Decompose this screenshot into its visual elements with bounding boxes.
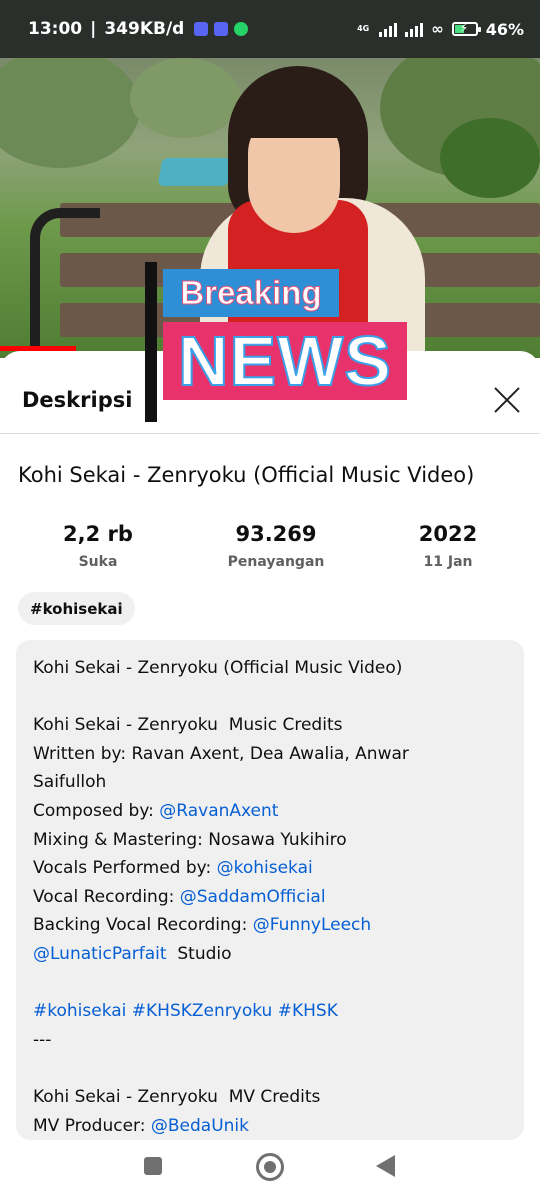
hotspot-icon: ∞ — [431, 20, 444, 38]
status-separator: | — [90, 19, 97, 39]
description-line: Composed by: @RavanAxent — [33, 797, 513, 826]
description-line: Saifulloh — [33, 768, 513, 797]
notification-icons — [194, 22, 249, 36]
description-line: Kohi Sekai - Zenryoku Music Credits — [33, 711, 513, 740]
description-link[interactable]: @LunaticParfait — [33, 944, 167, 964]
header-divider — [0, 433, 540, 434]
description-link[interactable]: @SaddamOfficial — [180, 887, 326, 907]
signal-icon-2 — [405, 21, 424, 37]
description-line: #kohisekai #KHSKZenryoku #KHSK — [33, 997, 513, 1026]
description-link[interactable]: @RavanAxent — [159, 801, 278, 821]
description-line: Backing Vocal Recording: @FunnyLeech — [33, 911, 513, 940]
background-tree — [0, 58, 140, 168]
views-stat: 93.269 Penayangan — [196, 522, 356, 570]
system-nav-bar — [0, 1140, 540, 1200]
battery-percent: 46% — [485, 19, 524, 39]
recents-square-icon[interactable] — [144, 1157, 162, 1175]
likes-label: Suka — [78, 554, 118, 570]
description-text-segment: Kohi Sekai - Zenryoku Music Credits — [33, 715, 343, 736]
network-type: 4G — [357, 24, 370, 33]
description-text-segment: Mixing & Mastering: Nosawa Yukihiro — [33, 829, 347, 850]
description-line — [33, 1054, 513, 1083]
home-circle-icon[interactable] — [256, 1153, 284, 1181]
description-link[interactable]: @BedaUnik — [151, 1116, 249, 1136]
description-text-segment: Saifulloh — [33, 772, 107, 793]
hashtag-chip[interactable]: #kohisekai — [18, 592, 135, 625]
likes-count: 2,2 rb — [63, 522, 133, 546]
background-bush — [440, 118, 540, 198]
date-stat: 2022 11 Jan — [368, 522, 528, 570]
description-line: Written by: Ravan Axent, Dea Awalia, Anw… — [33, 740, 513, 769]
description-text-segment: Vocal Recording: — [33, 886, 180, 907]
discord-icon — [194, 22, 209, 36]
description-line: --- — [33, 1026, 513, 1055]
description-line: Vocal Recording: @SaddamOfficial — [33, 883, 513, 912]
description-text-segment: MV Producer: — [33, 1115, 151, 1136]
breaking-news-bar — [145, 262, 157, 422]
breaking-label: Breaking — [180, 274, 322, 312]
likes-stat: 2,2 rb Suka — [18, 522, 178, 570]
signal-icon — [379, 21, 398, 37]
views-count: 93.269 — [235, 522, 317, 546]
description-text-segment: Kohi Sekai - Zenryoku MV Credits — [33, 1086, 321, 1107]
news-label: NEWS — [177, 321, 392, 401]
description-text-segment: Composed by: — [33, 800, 160, 821]
upload-year: 2022 — [418, 522, 478, 546]
close-icon[interactable] — [490, 383, 524, 417]
breaking-label-box: Breaking — [163, 269, 339, 317]
description-link[interactable]: @kohisekai — [217, 858, 313, 878]
back-triangle-icon[interactable] — [376, 1155, 395, 1177]
description-line: MV Producer: @BedaUnik — [33, 1112, 513, 1141]
status-bar: 13:00 | 349KB/d 4G ∞ ⚡ 46% — [0, 0, 540, 58]
description-text: Kohi Sekai - Zenryoku (Official Music Vi… — [33, 654, 513, 1140]
whatsapp-icon — [234, 22, 249, 36]
upload-date: 11 Jan — [423, 554, 473, 570]
description-line: Vocals Performed by: @kohisekai — [33, 854, 513, 883]
description-box: Kohi Sekai - Zenryoku (Official Music Vi… — [16, 640, 524, 1140]
bench-frame — [30, 208, 100, 358]
description-line — [33, 683, 513, 712]
description-line: Kohi Sekai - Zenryoku (Official Music Vi… — [33, 654, 513, 683]
description-text-segment: Vocals Performed by: — [33, 858, 217, 879]
battery-icon: ⚡ — [451, 21, 481, 36]
description-link[interactable]: @FunnyLeech — [253, 915, 371, 935]
description-text-segment: Written by: Ravan Axent, Dea Awalia, Anw… — [33, 743, 409, 764]
person-bangs — [240, 88, 350, 138]
sheet-title: Deskripsi — [22, 388, 133, 412]
description-line — [33, 969, 513, 998]
description-line: Mixing & Mastering: Nosawa Yukihiro — [33, 826, 513, 855]
status-net-speed: 349KB/d — [104, 19, 185, 39]
description-link[interactable]: #kohisekai #KHSKZenryoku #KHSK — [33, 1001, 338, 1021]
playground-slide — [157, 158, 233, 186]
background-tree — [130, 58, 240, 138]
description-text-segment: Kohi Sekai - Zenryoku (Official Music Vi… — [33, 658, 403, 678]
description-line: Kohi Sekai - Zenryoku MV Credits — [33, 1083, 513, 1112]
views-label: Penayangan — [227, 554, 325, 570]
status-time: 13:00 — [28, 19, 83, 39]
video-title: Kohi Sekai - Zenryoku (Official Music Vi… — [18, 463, 475, 487]
news-label-box: NEWS — [163, 321, 407, 401]
description-text-segment: Backing Vocal Recording: — [33, 915, 253, 936]
description-text-segment: Studio — [166, 943, 232, 964]
discord-icon — [214, 22, 229, 36]
video-progress-bar[interactable] — [0, 346, 76, 351]
description-line: @LunaticParfait Studio — [33, 940, 513, 969]
description-text-segment: --- — [33, 1029, 52, 1050]
